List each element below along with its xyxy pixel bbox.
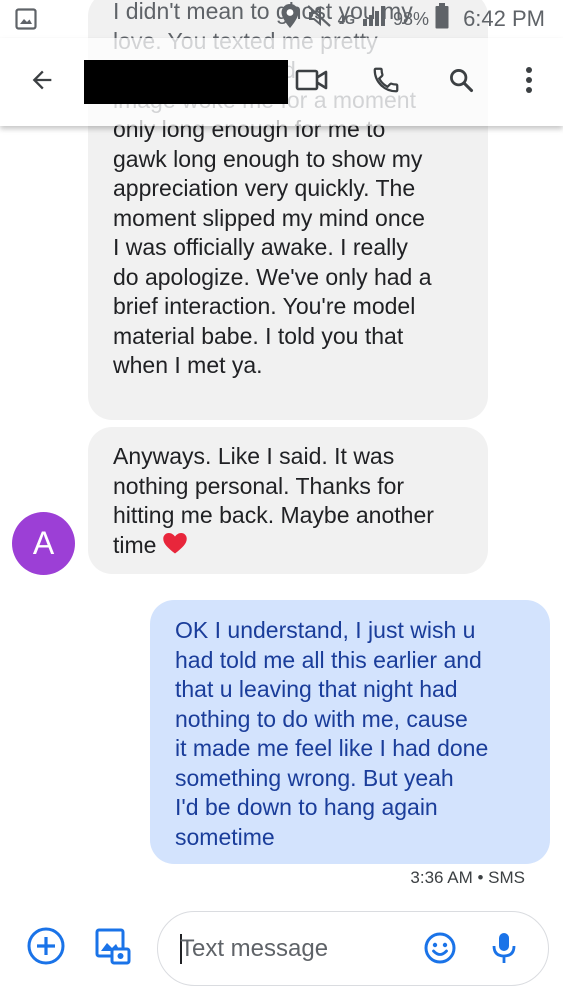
mic-icon: [491, 931, 517, 970]
add-icon: [26, 926, 66, 971]
mute-icon: [306, 4, 332, 34]
message-input-placeholder: Text message: [180, 935, 329, 962]
video-call-button[interactable]: [288, 58, 336, 106]
phone-icon: [371, 65, 401, 100]
gallery-icon: [15, 8, 37, 36]
outgoing-message-text: OK I understand, I just wish u had told …: [175, 617, 489, 850]
message-timestamp: 3:36 AM • SMS: [410, 868, 525, 887]
voice-input-button[interactable]: [484, 930, 524, 970]
message-composer: Text message: [0, 900, 563, 1000]
app-bar: [0, 38, 563, 126]
incoming-message-text: Anyways. Like I said. It was nothing per…: [113, 443, 434, 558]
messages-screen: I didn't mean to ghost you my love. You …: [0, 0, 563, 1000]
status-icons: 4G 98% 6:42 PM: [280, 0, 545, 38]
emoji-icon: [423, 931, 457, 970]
outgoing-message-bubble[interactable]: OK I understand, I just wish u had told …: [150, 600, 550, 864]
avatar[interactable]: A: [12, 512, 75, 575]
network-type: 4G: [337, 11, 356, 27]
status-bar: 4G 98% 6:42 PM: [0, 0, 563, 38]
avatar-initial: A: [32, 525, 55, 561]
conversation-thread[interactable]: I didn't mean to ghost you my love. You …: [0, 0, 563, 900]
gallery-attach-button[interactable]: [88, 924, 136, 972]
heart-icon: [162, 532, 188, 562]
search-icon: [447, 66, 475, 99]
gallery-attach-icon: [92, 926, 132, 971]
contact-name-redacted[interactable]: [84, 60, 288, 104]
video-call-icon: [295, 67, 329, 98]
battery-percent: 98%: [393, 8, 430, 29]
back-button[interactable]: [18, 58, 66, 106]
search-button[interactable]: [437, 58, 485, 106]
phone-call-button[interactable]: [362, 58, 410, 106]
battery-icon: [435, 3, 449, 35]
back-arrow-icon: [28, 66, 56, 99]
add-attachment-button[interactable]: [22, 924, 70, 972]
signal-icon: [361, 5, 387, 33]
incoming-message-bubble[interactable]: Anyways. Like I said. It was nothing per…: [88, 427, 488, 574]
emoji-button[interactable]: [420, 930, 460, 970]
message-input[interactable]: Text message: [157, 911, 549, 986]
more-vert-icon: [525, 66, 533, 99]
more-options-button[interactable]: [505, 58, 553, 106]
status-time: 6:42 PM: [463, 6, 545, 31]
location-icon: [280, 3, 300, 35]
incoming-message-text: only long enough for me to gawk long eno…: [113, 116, 432, 378]
